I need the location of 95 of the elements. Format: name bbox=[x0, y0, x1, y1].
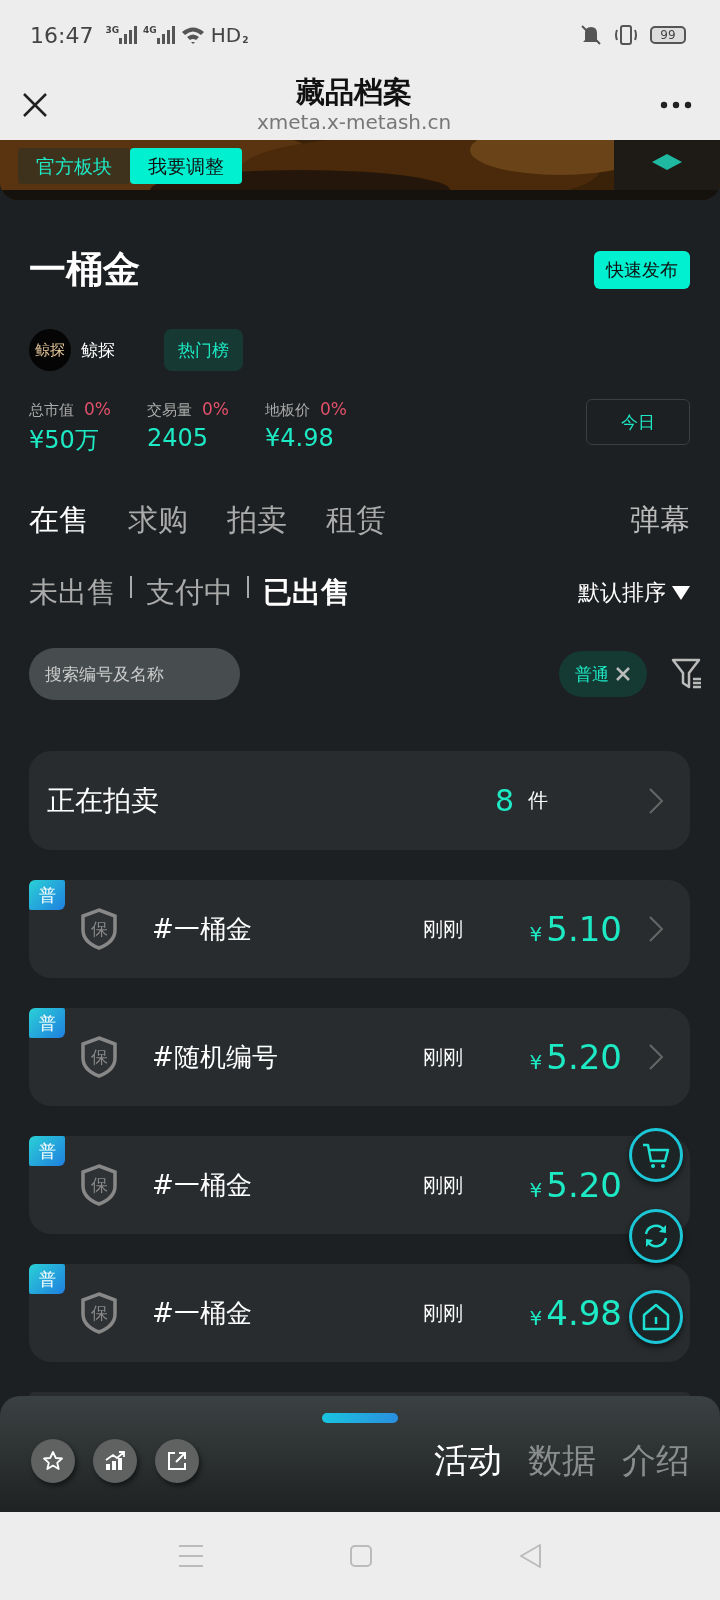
page-url: xmeta.x-metash.cn bbox=[256, 109, 452, 135]
chart-button[interactable] bbox=[93, 1439, 137, 1483]
currency-sign: ¥ bbox=[529, 1050, 543, 1074]
chart-icon bbox=[104, 1450, 126, 1472]
drag-handle[interactable] bbox=[322, 1413, 398, 1423]
shield-icon: 保 bbox=[80, 908, 118, 950]
grade-badge: 普 bbox=[29, 1264, 65, 1294]
period-button[interactable]: 今日 bbox=[586, 399, 690, 445]
market-tab[interactable]: 拍卖 bbox=[227, 499, 287, 541]
grade-badge: 普 bbox=[29, 1136, 65, 1166]
wifi-icon bbox=[180, 25, 205, 45]
caret-icon[interactable] bbox=[672, 586, 690, 600]
status-tab[interactable]: 未出售 bbox=[29, 573, 116, 613]
grade-badge: 普 bbox=[29, 880, 65, 910]
close-icon[interactable] bbox=[22, 92, 48, 118]
item-time: 刚刚 bbox=[423, 1299, 464, 1327]
hd-label: HD bbox=[210, 23, 242, 47]
item-price: 4.98 bbox=[546, 1293, 622, 1333]
listing-card[interactable]: 普 保 #一桶金 刚刚 ¥5.20 bbox=[29, 1136, 690, 1234]
stat-label: 总市值 bbox=[29, 401, 74, 419]
auction-count: 8 bbox=[494, 783, 514, 818]
market-tab[interactable]: 求购 bbox=[128, 499, 188, 541]
item-name: #一桶金 bbox=[152, 1168, 253, 1202]
search-field[interactable]: 搜索编号及名称 bbox=[29, 648, 240, 700]
sim-label: 2 bbox=[242, 34, 249, 45]
signal-icon bbox=[156, 26, 175, 44]
network-label: 3G bbox=[105, 26, 120, 35]
chevron-icon[interactable] bbox=[648, 1043, 664, 1071]
currency-sign: ¥ bbox=[529, 1306, 543, 1330]
network-label: 4G bbox=[143, 26, 157, 35]
section-tab[interactable]: 数据 bbox=[528, 1438, 596, 1484]
clock-time: 16:47 bbox=[30, 22, 94, 48]
stat-change: 0% bbox=[84, 399, 111, 419]
banner-tag[interactable]: 官方板块 bbox=[18, 148, 130, 184]
item-name: #一桶金 bbox=[152, 912, 253, 946]
favorite-button[interactable] bbox=[31, 1439, 75, 1483]
sort-dropdown[interactable]: 默认排序 bbox=[578, 578, 666, 608]
item-name: #一桶金 bbox=[152, 1296, 253, 1330]
stat-value: ¥50万 bbox=[29, 425, 100, 456]
page-title: 藏品档案 bbox=[296, 75, 412, 109]
listing-card[interactable]: 普 保 #随机编号 刚刚 ¥5.20 bbox=[29, 1008, 690, 1106]
refresh-button[interactable] bbox=[629, 1209, 683, 1263]
market-tab[interactable]: 在售 bbox=[29, 499, 89, 541]
cart-icon bbox=[641, 1141, 671, 1169]
market-tab[interactable]: 租赁 bbox=[326, 499, 386, 541]
item-time: 刚刚 bbox=[423, 1043, 464, 1071]
collection-title: 一桶金 bbox=[29, 247, 141, 293]
home-icon bbox=[641, 1302, 671, 1332]
status-tab[interactable]: 支付中 bbox=[146, 573, 233, 613]
shield-icon: 保 bbox=[80, 1036, 118, 1078]
section-tab[interactable]: 介绍 bbox=[622, 1438, 690, 1484]
item-time: 刚刚 bbox=[423, 915, 464, 943]
share-icon bbox=[166, 1450, 188, 1472]
chevron-icon[interactable] bbox=[648, 786, 664, 815]
publisher-name: 鲸探 bbox=[81, 338, 116, 362]
vibrate-icon bbox=[614, 24, 638, 46]
stat-label: 交易量 bbox=[147, 401, 192, 419]
listing-card[interactable]: 普 保 #一桶金 刚刚 ¥4.98 bbox=[29, 1264, 690, 1362]
filter-icon[interactable] bbox=[671, 657, 703, 691]
shield-icon: 保 bbox=[80, 1164, 118, 1206]
auction-card[interactable]: 正在拍卖 8 件 bbox=[29, 751, 690, 850]
item-price: 5.20 bbox=[546, 1037, 622, 1077]
grade-badge: 普 bbox=[29, 1008, 65, 1038]
listing-card[interactable]: 普 保 #一桶金 刚刚 ¥5.10 bbox=[29, 880, 690, 978]
mute-icon bbox=[580, 24, 602, 46]
section-tab[interactable]: 活动 bbox=[434, 1438, 502, 1484]
stat-change: 0% bbox=[320, 399, 347, 419]
close-icon[interactable] bbox=[615, 666, 631, 682]
count-unit: 件 bbox=[528, 787, 548, 814]
danmaku-toggle[interactable]: 弹幕 bbox=[630, 499, 690, 541]
star-icon bbox=[42, 1450, 64, 1472]
shield-icon: 保 bbox=[80, 1292, 118, 1334]
stat-value: 2405 bbox=[147, 424, 210, 452]
currency-sign: ¥ bbox=[529, 922, 543, 946]
publish-button[interactable]: 快速发布 bbox=[594, 251, 690, 289]
filter-chip[interactable]: 普通 bbox=[559, 651, 647, 697]
signal-icon bbox=[119, 26, 138, 44]
currency-sign: ¥ bbox=[529, 1178, 543, 1202]
stat-change: 0% bbox=[202, 399, 229, 419]
stat-value: ¥4.98 bbox=[265, 424, 335, 452]
item-name: #随机编号 bbox=[152, 1040, 279, 1074]
item-time: 刚刚 bbox=[423, 1171, 464, 1199]
item-price: 5.10 bbox=[546, 909, 622, 949]
more-icon[interactable] bbox=[660, 101, 692, 109]
battery-icon: 99 bbox=[650, 26, 686, 44]
rank-tag[interactable]: 热门榜 bbox=[164, 329, 243, 371]
publisher-logo: 鲸探 bbox=[29, 329, 71, 371]
stat-label: 地板价 bbox=[265, 401, 310, 419]
chevron-icon[interactable] bbox=[648, 915, 664, 943]
share-button[interactable] bbox=[155, 1439, 199, 1483]
banner-tag[interactable]: 我要调整 bbox=[130, 148, 242, 184]
status-tab[interactable]: 已出售 bbox=[263, 573, 350, 613]
diamond-icon bbox=[652, 154, 682, 170]
auction-label: 正在拍卖 bbox=[47, 782, 160, 819]
item-price: 5.20 bbox=[546, 1165, 622, 1205]
